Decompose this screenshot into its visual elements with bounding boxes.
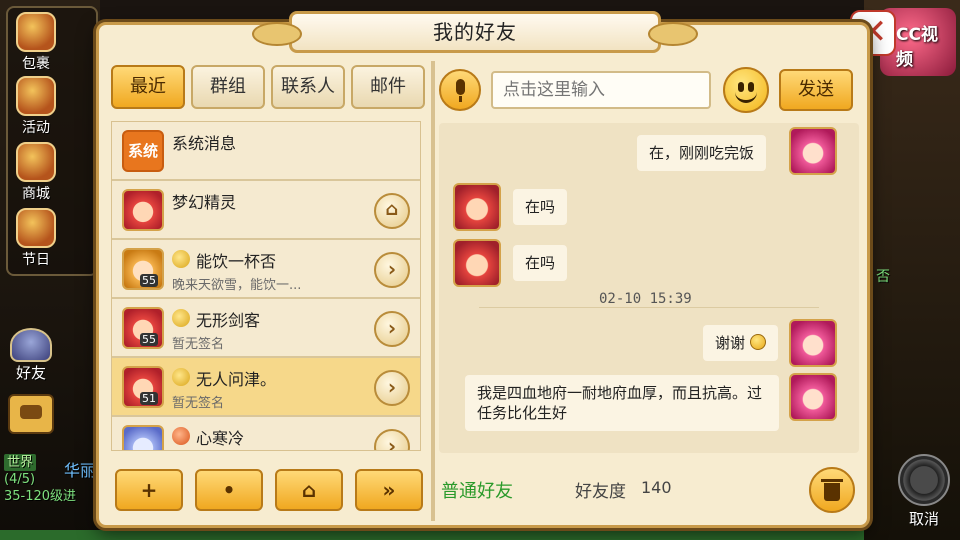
moon-icon (172, 309, 190, 327)
home-button[interactable]: ⌂ (275, 469, 343, 511)
side-text: 否 (876, 269, 890, 285)
emoji-icon (749, 334, 766, 350)
bag-label: 包裹 (22, 56, 50, 72)
watermark-text: CC视频 (896, 25, 938, 70)
friend-list-panel: 最近 群组 联系人 邮件 系统 系统消息 梦幻精灵 ⌂ 55 能饮一杯否 晚来天… (111, 65, 427, 511)
friends-side-label: 好友 (15, 364, 46, 382)
festival-button[interactable]: 节日 (14, 208, 58, 268)
horn-icon (16, 76, 56, 116)
shop-icon (16, 142, 56, 182)
favor-value: 140 (641, 478, 672, 497)
tab-recent[interactable]: 最近 (111, 65, 185, 109)
my-avatar (789, 373, 837, 421)
friend-name: 无形剑客 (196, 311, 261, 330)
home-icon[interactable]: ⌂ (374, 193, 410, 229)
fire-icon (172, 427, 190, 445)
world-chat-log: 世界 华丽 (4/5) 35-120级进 (4, 454, 100, 505)
emoji-button[interactable] (723, 67, 769, 113)
friend-name: 心寒冷 (196, 429, 245, 448)
list-item-selected[interactable]: 51 无人问津。 暂无签名 › (112, 358, 420, 417)
friend-name: 无人问津。 (196, 370, 277, 389)
system-avatar: 系统 (122, 130, 164, 172)
message-text: 谢谢 (715, 334, 746, 352)
friend-signature: 暂无签名 (172, 337, 225, 352)
send-button[interactable]: 发送 (779, 69, 853, 111)
friends-dialog: 我的好友 最近 群组 联系人 邮件 系统 系统消息 梦幻精灵 ⌂ 55 能饮一杯… (96, 11, 870, 528)
friend-avatar (453, 183, 501, 231)
shop-label: 商城 (22, 186, 50, 202)
chevron-right-icon[interactable]: › (374, 429, 410, 450)
message-bubble: 谢谢 (703, 325, 778, 361)
avatar (122, 425, 164, 450)
cancel-label: 取消 (908, 510, 939, 528)
chat-panel: 发送 在，刚刚吃完饭 在吗 在吗 02-10 15:39 谢谢 我是四血地府一耐… (439, 65, 859, 515)
shop-button[interactable]: 商城 (14, 142, 58, 202)
chat-line: 35-120级进 (4, 489, 77, 504)
level-badge: 55 (140, 274, 158, 287)
festival-label: 节日 (22, 252, 50, 268)
timestamp: 02-10 15:39 (599, 291, 692, 307)
bag-icon (16, 12, 56, 52)
message-bubble: 我是四血地府一耐地府血厚，而且抗高。过任务比化生好 (465, 375, 779, 431)
list-item[interactable]: 55 无形剑客 暂无签名 › (112, 299, 420, 358)
festival-icon (16, 208, 56, 248)
trash-icon[interactable] (809, 467, 855, 513)
chevron-right-icon[interactable]: › (374, 311, 410, 347)
message-bubble: 在吗 (513, 189, 568, 225)
bag-button[interactable]: 包裹 (14, 12, 58, 72)
activity-button[interactable]: 活动 (14, 76, 58, 136)
friends-hat-icon (10, 328, 52, 362)
avatar (122, 189, 164, 231)
friends-side-button[interactable]: 好友 (6, 328, 56, 388)
chat-name: 华丽 (64, 461, 97, 480)
bottom-bar (0, 530, 960, 540)
chevron-right-icon[interactable]: › (374, 370, 410, 406)
my-avatar (789, 319, 837, 367)
world-tag: 世界 (4, 454, 37, 471)
message-text: 我是四血地府一耐地府血厚，而且抗高。过任务比化生好 (477, 384, 763, 422)
tab-groups[interactable]: 群组 (191, 65, 265, 109)
tab-contacts[interactable]: 联系人 (271, 65, 345, 109)
level-badge: 51 (140, 392, 158, 405)
divider (431, 61, 435, 521)
tab-mail[interactable]: 邮件 (351, 65, 425, 109)
friend-name: 系统消息 (172, 134, 237, 153)
friend-signature: 晚来天欲雪，能饮一... (172, 278, 302, 293)
tab-bar: 最近 群组 联系人 邮件 (111, 65, 427, 109)
friend-name: 能饮一杯否 (196, 252, 277, 271)
chat-button[interactable]: • (195, 469, 263, 511)
list-item[interactable]: 55 能饮一杯否 晚来天欲雪，能饮一... › (112, 240, 420, 299)
chevron-right-icon[interactable]: › (374, 252, 410, 288)
friend-list[interactable]: 系统 系统消息 梦幻精灵 ⌂ 55 能饮一杯否 晚来天欲雪，能饮一... › 5… (111, 121, 421, 451)
moon-icon (172, 250, 190, 268)
list-item[interactable]: 系统 系统消息 (112, 122, 420, 181)
level-badge: 55 (140, 333, 158, 346)
friend-actions: + • ⌂ » (111, 469, 427, 513)
message-input[interactable] (491, 71, 711, 109)
chat-side-button[interactable] (8, 394, 54, 434)
friend-name: 梦幻精灵 (172, 193, 237, 212)
activity-label: 活动 (22, 120, 50, 136)
more-button[interactable]: » (355, 469, 423, 511)
microphone-icon[interactable] (439, 69, 481, 111)
message-bubble: 在吗 (513, 245, 568, 281)
relation-status: 普通好友 (441, 481, 513, 502)
add-friend-button[interactable]: + (115, 469, 183, 511)
moon-icon (172, 368, 190, 386)
list-item[interactable]: 心寒冷 › (112, 417, 420, 450)
favor-label: 好友度 (575, 482, 626, 502)
friend-signature: 暂无签名 (172, 396, 225, 411)
timestamp-line (479, 307, 819, 308)
dialog-title: 我的好友 (433, 20, 517, 44)
message-bubble: 在，刚刚吃完饭 (637, 135, 767, 171)
cancel-button[interactable]: 取消 (892, 454, 956, 530)
dialog-title-plate: 我的好友 (252, 11, 698, 53)
chat-messages[interactable]: 在，刚刚吃完饭 在吗 在吗 02-10 15:39 谢谢 我是四血地府一耐地府血… (439, 123, 859, 453)
my-avatar (789, 127, 837, 175)
list-item[interactable]: 梦幻精灵 ⌂ (112, 181, 420, 240)
cancel-icon (898, 454, 950, 506)
friend-avatar (453, 239, 501, 287)
